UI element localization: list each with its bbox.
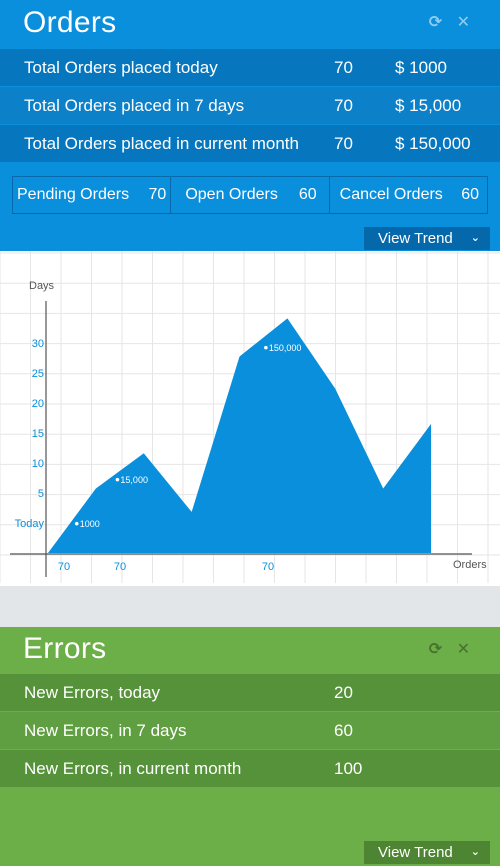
close-icon[interactable]: ✕ xyxy=(457,14,470,31)
errors-panel-controls: ⟳ ✕ xyxy=(419,639,470,659)
errors-title: Errors xyxy=(23,632,107,665)
orders-row-today: Total Orders placed today 70 $ 1000 xyxy=(0,49,500,86)
y-tick-label: 20 xyxy=(32,398,44,410)
annotation-dot xyxy=(115,477,120,482)
row-count: 20 xyxy=(334,683,353,702)
refresh-icon[interactable]: ⟳ xyxy=(429,14,442,31)
row-label: New Errors, in 7 days xyxy=(24,721,187,740)
row-amount: $ 15,000 xyxy=(395,96,462,115)
trend-chart-svg: Days Orders Today 5 10 15 20 25 30 70 70 70 1000 15,0… xyxy=(0,251,500,583)
series-area xyxy=(48,318,432,553)
x-tick-label: 70 xyxy=(114,561,126,573)
orders-trend-chart: Days Orders Today 5 10 15 20 25 30 70 70 70 1000 15,0… xyxy=(0,251,500,586)
row-label: Total Orders placed today xyxy=(24,58,218,77)
chevron-down-icon: ⌄ xyxy=(470,232,480,244)
row-amount: $ 150,000 xyxy=(395,134,471,153)
stat-value: 60 xyxy=(461,186,479,203)
orders-panel: Orders ⟳ ✕ Total Orders placed today 70 … xyxy=(0,0,500,251)
pending-orders-stat[interactable]: Pending Orders 70 xyxy=(13,177,172,213)
row-amount: $ 1000 xyxy=(395,58,447,77)
row-count: 70 xyxy=(334,58,353,77)
row-count: 100 xyxy=(334,759,363,778)
y-tick-label: 10 xyxy=(32,458,44,470)
annotation-label: 1000 xyxy=(80,519,100,529)
errors-row-today: New Errors, today 20 xyxy=(0,674,500,711)
stat-value: 70 xyxy=(148,186,167,203)
orders-panel-controls: ⟳ ✕ xyxy=(419,12,470,32)
orders-row-current-month: Total Orders placed in current month 70 … xyxy=(0,125,500,162)
view-trend-label: View Trend xyxy=(378,844,453,861)
view-trend-label: View Trend xyxy=(378,230,453,247)
y-axis-label: Days xyxy=(29,280,55,292)
x-axis-label: Orders xyxy=(453,559,487,571)
errors-row-current-month: New Errors, in current month 100 xyxy=(0,750,500,787)
order-status-bar: Pending Orders 70 Open Orders 60 Cancel … xyxy=(12,176,488,214)
annotation-dot xyxy=(74,521,79,526)
orders-title: Orders xyxy=(23,6,117,39)
annotation-dot xyxy=(264,345,268,350)
y-tick-label: 5 xyxy=(38,488,44,500)
x-tick-label: 70 xyxy=(58,561,70,573)
stat-label: Pending Orders xyxy=(17,186,130,203)
x-tick-label: 70 xyxy=(262,561,274,573)
y-tick-label: 30 xyxy=(32,338,44,350)
annotation-label: 15,000 xyxy=(120,475,148,485)
open-orders-stat[interactable]: Open Orders 60 xyxy=(171,177,330,213)
annotation-label: 150,000 xyxy=(269,343,302,353)
row-label: Total Orders placed in 7 days xyxy=(24,96,245,115)
y-tick-label: 25 xyxy=(32,368,44,380)
close-icon[interactable]: ✕ xyxy=(457,641,470,658)
stat-label: Open Orders xyxy=(185,186,278,203)
stat-value: 60 xyxy=(298,186,317,203)
row-label: New Errors, today xyxy=(24,683,161,702)
row-count: 70 xyxy=(334,134,353,153)
cancel-orders-stat[interactable]: Cancel Orders 60 xyxy=(330,177,487,213)
chevron-down-icon: ⌄ xyxy=(470,846,480,858)
orders-view-trend-button[interactable]: View Trend ⌄ xyxy=(364,227,490,250)
refresh-icon[interactable]: ⟳ xyxy=(429,641,442,658)
y-tick-label: 15 xyxy=(32,428,44,440)
orders-row-7-days: Total Orders placed in 7 days 70 $ 15,00… xyxy=(0,87,500,124)
stat-label: Cancel Orders xyxy=(339,186,443,203)
errors-row-7-days: New Errors, in 7 days 60 xyxy=(0,712,500,749)
row-label: Total Orders placed in current month xyxy=(24,134,299,153)
errors-panel: Errors ⟳ ✕ New Errors, today 20 New Erro… xyxy=(0,627,500,866)
row-label: New Errors, in current month xyxy=(24,759,242,778)
row-count: 70 xyxy=(334,96,353,115)
errors-view-trend-button[interactable]: View Trend ⌄ xyxy=(364,841,490,864)
row-count: 60 xyxy=(334,721,353,740)
y-tick-label: Today xyxy=(15,518,45,530)
